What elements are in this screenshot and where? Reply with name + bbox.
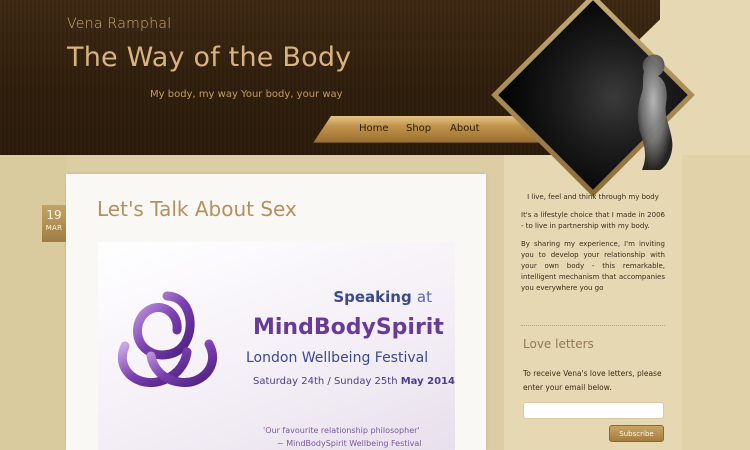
promo-at-word: at <box>416 288 432 306</box>
subscribe-button[interactable]: Subscribe <box>609 425 664 442</box>
promo-quote-source: ~ MindBodySpirit Wellbeing Festival <box>277 439 422 448</box>
promo-dates-month: May 2014 <box>400 376 455 387</box>
email-field[interactable] <box>523 402 664 419</box>
sidebar-intro-paragraph: It's a lifestyle choice that I made in 2… <box>521 211 665 230</box>
love-letters-description: To receive Vena's love letters, please e… <box>523 369 662 392</box>
site-title[interactable]: The Way of the Body <box>67 42 351 73</box>
love-letters-heading: Love letters <box>523 337 594 351</box>
sidebar-divider <box>521 325 665 326</box>
nav-about[interactable]: About <box>450 123 480 134</box>
sidebar-intro: I live, feel and think through my body I… <box>521 192 665 301</box>
promo-speaking: Speaking at <box>333 288 432 306</box>
post-date-month: MAR <box>45 224 63 232</box>
promo-event-name: MindBodySpirit <box>253 315 444 340</box>
left-margin <box>0 155 66 450</box>
nav-home[interactable]: Home <box>359 123 389 134</box>
sidebar-intro-paragraph: By sharing my experience, I'm inviting y… <box>521 240 665 292</box>
post-date-day: 19 <box>46 208 62 222</box>
site-tagline: My body, my way Your body, your way <box>150 89 343 100</box>
promo-dates-days: Saturday 24th / Sunday 25th <box>253 376 398 387</box>
mindbodyspirit-logo-icon <box>117 291 218 388</box>
sidebar-intro-line: I live, feel and think through my body <box>527 193 659 201</box>
promo-quote: 'Our favourite relationship philosopher' <box>263 426 420 435</box>
nav-shop[interactable]: Shop <box>406 123 431 134</box>
promo-speaking-word: Speaking <box>333 288 412 306</box>
site-author: Vena Ramphal <box>67 16 172 32</box>
right-margin <box>682 155 750 450</box>
post-title[interactable]: Let's Talk About Sex <box>97 197 297 221</box>
promo-festival-name: London Wellbeing Festival <box>246 350 429 366</box>
post-date-badge: 19 MAR <box>42 205 66 242</box>
promo-dates: Saturday 24th / Sunday 25th May 2014 <box>253 376 455 387</box>
figure-silhouette-icon <box>637 54 673 170</box>
